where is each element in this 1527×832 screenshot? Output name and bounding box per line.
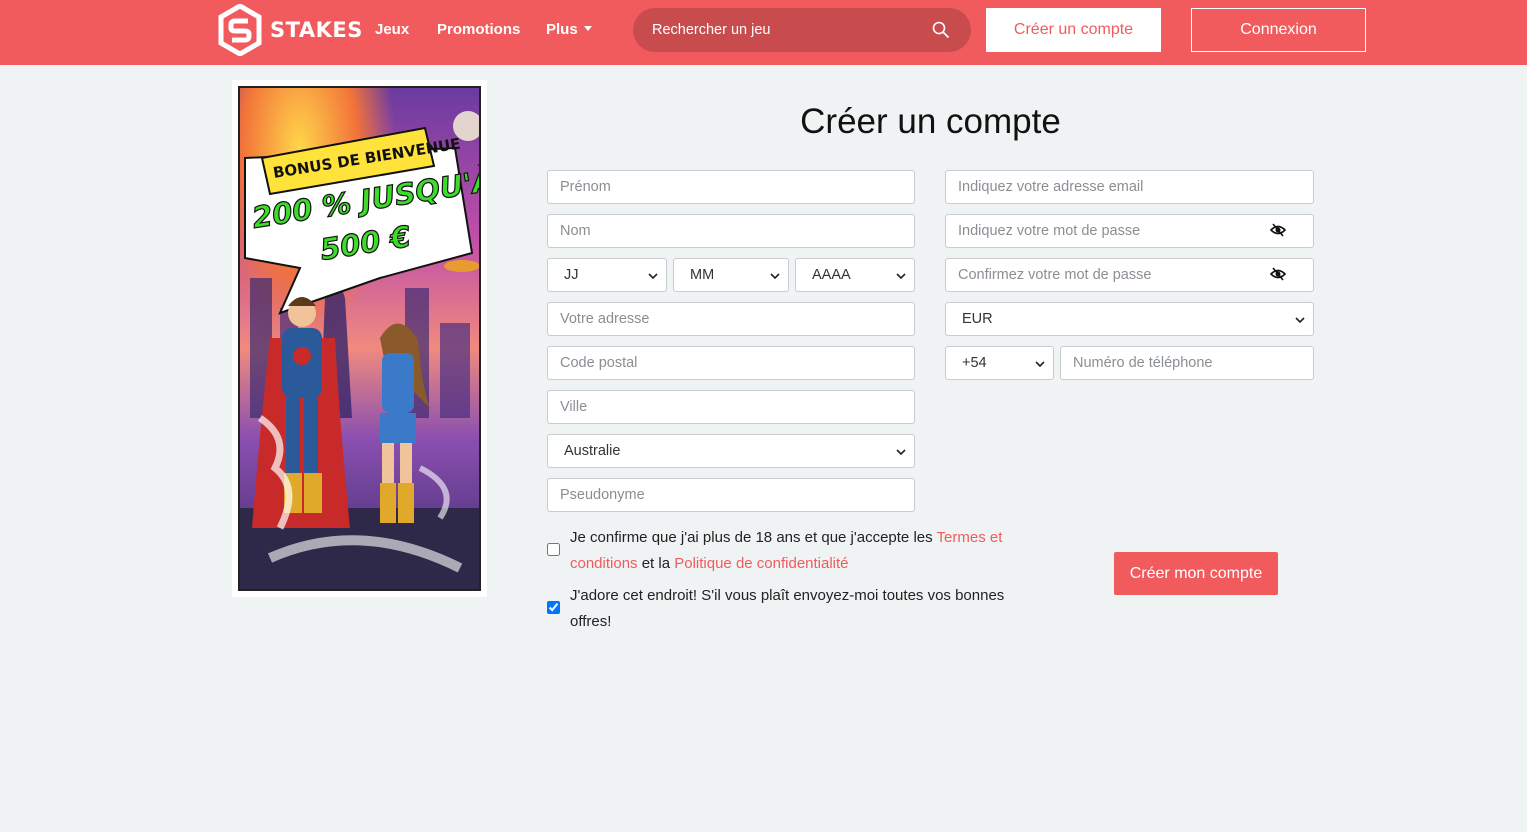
chevron-down-icon bbox=[1295, 317, 1305, 324]
email-input[interactable] bbox=[945, 170, 1314, 204]
phone-input[interactable] bbox=[1060, 346, 1314, 380]
birth-year-value: AAAA bbox=[812, 267, 851, 283]
nav-more[interactable]: Plus bbox=[546, 21, 592, 38]
nav-promotions[interactable]: Promotions bbox=[437, 21, 520, 38]
phone-code-value: +54 bbox=[962, 355, 987, 371]
username-input[interactable] bbox=[547, 478, 915, 512]
postal-code-input[interactable] bbox=[547, 346, 915, 380]
offers-label: J'adore cet endroit! S'il vous plaît env… bbox=[570, 587, 1005, 630]
country-select[interactable]: Australie bbox=[547, 434, 915, 468]
login-button[interactable]: Connexion bbox=[1191, 8, 1366, 52]
nav-games[interactable]: Jeux bbox=[375, 21, 409, 38]
chevron-down-icon bbox=[648, 273, 658, 280]
eye-slash-icon[interactable] bbox=[1270, 267, 1286, 281]
chevron-down-icon bbox=[1035, 361, 1045, 368]
password-group bbox=[945, 214, 1314, 248]
stakes-logo-icon bbox=[218, 4, 262, 56]
phone-code-select[interactable]: +54 bbox=[945, 346, 1054, 380]
last-name-input[interactable] bbox=[547, 214, 915, 248]
terms-checkbox[interactable] bbox=[547, 543, 560, 556]
page-title: Créer un compte bbox=[800, 102, 1061, 141]
address-input[interactable] bbox=[547, 302, 915, 336]
chevron-down-icon bbox=[896, 449, 906, 456]
nav-more-label: Plus bbox=[546, 21, 578, 38]
welcome-bonus-banner[interactable]: BONUS DE BIENVENUE 200 % JUSQU'À 500 € bbox=[232, 80, 487, 597]
currency-value: EUR bbox=[962, 311, 993, 327]
banner-artwork: BONUS DE BIENVENUE 200 % JUSQU'À 500 € bbox=[238, 86, 481, 591]
superhero-illustration: BONUS DE BIENVENUE 200 % JUSQU'À 500 € bbox=[240, 88, 479, 589]
create-account-button[interactable]: Créer un compte bbox=[986, 8, 1161, 52]
birth-day-select[interactable]: JJ bbox=[547, 258, 667, 292]
password-confirm-group bbox=[945, 258, 1314, 292]
eye-slash-icon[interactable] bbox=[1270, 223, 1286, 237]
top-header: STAKES Jeux Promotions Plus Créer un com… bbox=[0, 0, 1527, 65]
birth-day-value: JJ bbox=[564, 267, 579, 283]
terms-text-1: Je confirme que j'ai plus de 18 ans et q… bbox=[570, 529, 937, 546]
offers-checkbox[interactable] bbox=[547, 601, 560, 614]
submit-create-account-button[interactable]: Créer mon compte bbox=[1114, 552, 1278, 595]
terms-label: Je confirme que j'ai plus de 18 ans et q… bbox=[570, 525, 1010, 577]
search-icon[interactable] bbox=[932, 21, 950, 39]
currency-select[interactable]: EUR bbox=[945, 302, 1314, 336]
city-input[interactable] bbox=[547, 390, 915, 424]
birth-year-select[interactable]: AAAA bbox=[795, 258, 915, 292]
brand-logo[interactable]: STAKES bbox=[218, 4, 363, 56]
country-value: Australie bbox=[564, 443, 621, 459]
chevron-down-icon bbox=[896, 273, 906, 280]
birth-month-select[interactable]: MM bbox=[673, 258, 789, 292]
caret-down-icon bbox=[583, 26, 592, 31]
first-name-input[interactable] bbox=[547, 170, 915, 204]
brand-name: STAKES bbox=[270, 18, 363, 42]
search-bar bbox=[633, 8, 971, 52]
terms-text-2: et la bbox=[637, 555, 675, 572]
password-input[interactable] bbox=[945, 214, 1314, 248]
privacy-link[interactable]: Politique de confidentialité bbox=[674, 555, 848, 572]
birth-month-value: MM bbox=[690, 267, 715, 283]
search-input[interactable] bbox=[652, 8, 922, 52]
chevron-down-icon bbox=[770, 273, 780, 280]
password-confirm-input[interactable] bbox=[945, 258, 1314, 292]
